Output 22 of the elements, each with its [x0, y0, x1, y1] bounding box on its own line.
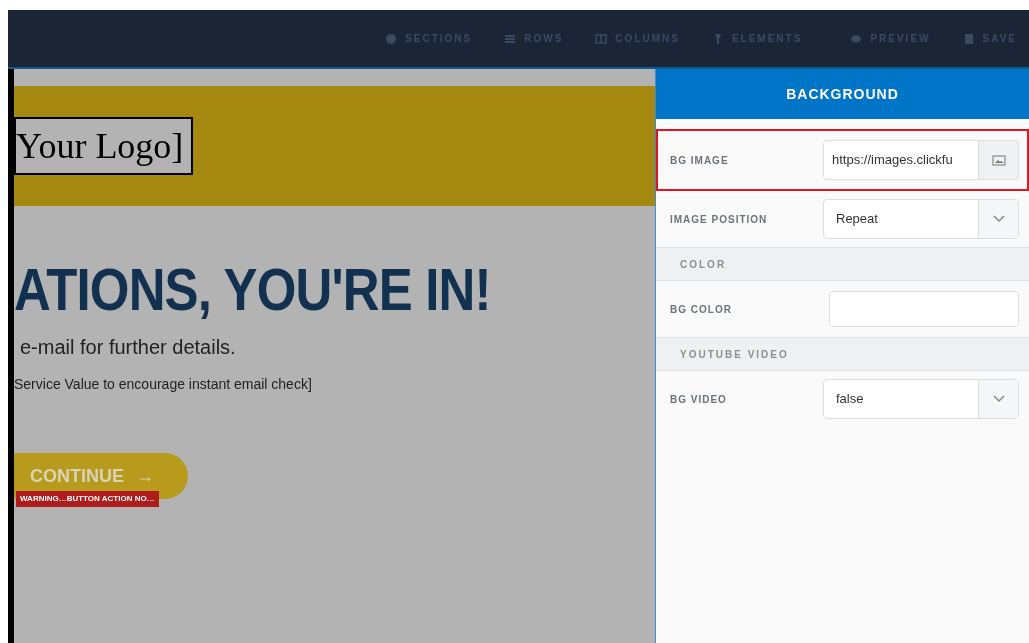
chevron-down-icon — [992, 215, 1005, 223]
body-text: Service Value to encourage instant email check] — [14, 375, 313, 394]
section-header: COLOR — [656, 247, 1029, 281]
field-label: IMAGE POSITION — [670, 212, 768, 227]
columns-icon — [595, 32, 608, 45]
field-label: BG VIDEO — [670, 392, 727, 407]
panel-header: BACKGROUND — [656, 69, 1029, 119]
lines-icon — [504, 32, 517, 45]
image-url-field[interactable]: https://images.clickfu — [823, 140, 979, 180]
logo-text: Your Logo] — [16, 125, 184, 168]
select-dropdown[interactable]: Repeat — [823, 199, 1019, 239]
image-picker-button[interactable] — [979, 140, 1019, 180]
headline: ATIONS, YOU'RE IN! — [14, 258, 492, 322]
chevron-down-icon — [992, 395, 1005, 403]
color-field[interactable] — [829, 291, 1019, 327]
field-label: BG COLOR — [670, 302, 732, 317]
warning-tooltip: WARNING…BUTTON ACTION NO… — [16, 491, 159, 507]
image-icon — [991, 154, 1006, 166]
field-label: BG IMAGE — [670, 153, 729, 168]
select-dropdown[interactable]: false — [823, 379, 1019, 419]
subheading: e-mail for further details. — [20, 335, 237, 360]
section-header: YOUTUBE VIDEO — [656, 337, 1029, 371]
